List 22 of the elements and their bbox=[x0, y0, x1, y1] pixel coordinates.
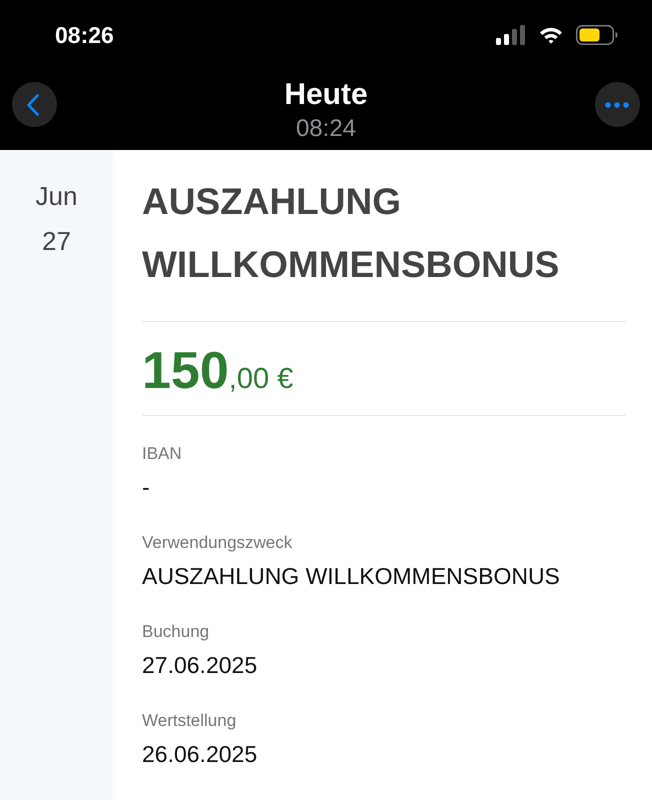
more-icon bbox=[605, 102, 630, 108]
back-button[interactable] bbox=[12, 82, 57, 127]
field-label: Buchung bbox=[142, 621, 210, 643]
more-button[interactable] bbox=[594, 82, 640, 127]
battery-icon bbox=[576, 25, 618, 45]
nav-subtitle: 08:24 bbox=[296, 114, 356, 144]
amount-text: 150,00 € bbox=[142, 340, 294, 402]
field-label: Wertstellung bbox=[142, 710, 238, 732]
field-value: 26.06.2025 bbox=[142, 740, 258, 769]
field-value: AUSZAHLUNG WILLKOMMENSBONUS bbox=[142, 562, 561, 591]
transaction-title: AUSZAHLUNG WILLKOMMENSBONUS bbox=[142, 180, 560, 287]
nav-title: Heute bbox=[284, 77, 368, 113]
field-value: - bbox=[142, 473, 151, 502]
back-icon bbox=[27, 94, 39, 116]
wifi-icon bbox=[539, 26, 563, 44]
field-label: IBAN bbox=[142, 443, 183, 465]
field-label: Verwendungszweck bbox=[142, 532, 294, 554]
date-month: Jun bbox=[36, 180, 78, 212]
date-day: 27 bbox=[42, 225, 71, 257]
status-time: 08:26 bbox=[55, 24, 114, 46]
signal-icon bbox=[496, 25, 526, 45]
field-value: 27.06.2025 bbox=[142, 651, 258, 680]
